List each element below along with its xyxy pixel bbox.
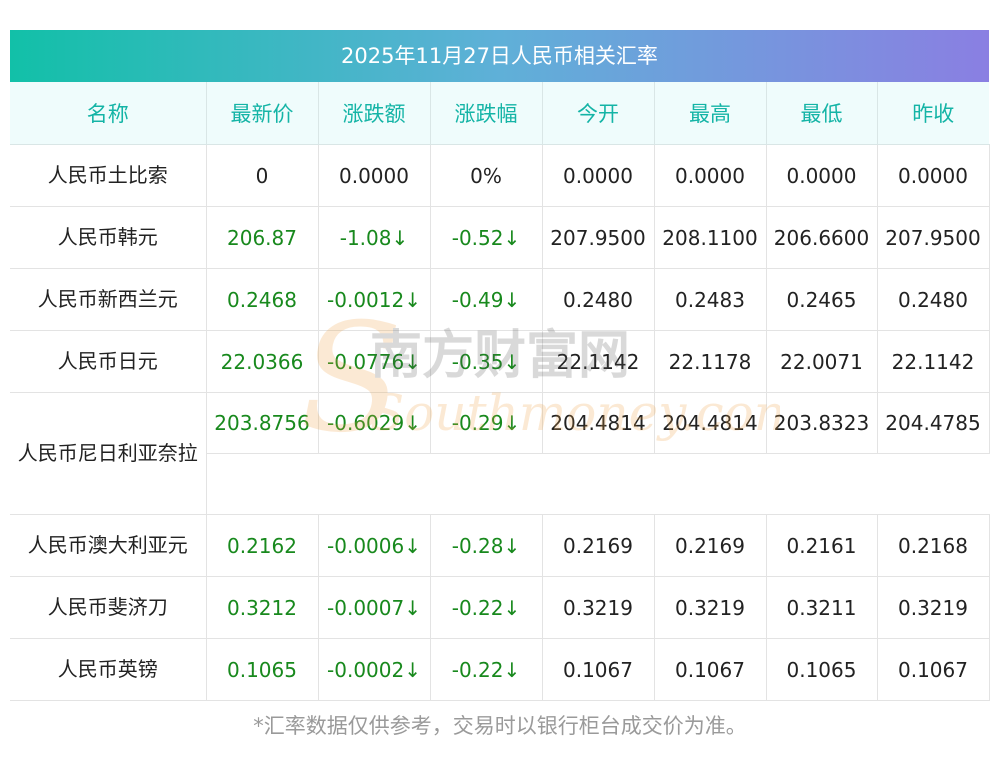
table-title: 2025年11月27日人民币相关汇率: [10, 30, 989, 82]
currency-name: 人民币英镑: [57, 657, 158, 681]
col-header-low: 最低: [766, 82, 878, 145]
table-row: 人民币斐济刀 0.3212 -0.0007↓ -0.22↓ 0.3219 0.3219 0.…: [10, 576, 990, 639]
change-cell: -0.0002↓: [318, 638, 431, 701]
table-row: 人民币土比索 0 0.0000 0% 0.0000 0.0000 0.0000 0.0000: [10, 144, 990, 207]
pct-cell: -0.52↓: [430, 206, 543, 269]
low-cell: 206.6600: [766, 206, 878, 269]
currency-name-cell: 人民币韩元: [10, 206, 207, 269]
high-cell: 208.1100: [654, 206, 767, 269]
change-cell: 0.0000: [318, 144, 431, 207]
rate-table: 名称 最新价 涨跌额 涨跌幅 今开 最高 最低 昨收 人民币土比索 0 0.0000…: [10, 82, 990, 701]
prev-cell: 0.2480: [877, 268, 990, 331]
high-cell: 0.2169: [654, 514, 767, 577]
open-cell: 0.1067: [542, 638, 655, 701]
pct-cell: -0.22↓: [430, 576, 543, 639]
open-cell: 0.2480: [542, 268, 655, 331]
prev-cell: 0.3219: [877, 576, 990, 639]
latest-cell: 206.87: [206, 206, 319, 269]
pct-cell: -0.29↓: [430, 392, 543, 454]
currency-name: 人民币尼日利亚奈拉: [17, 441, 198, 465]
prev-cell: 204.4785: [877, 392, 990, 454]
currency-name: 人民币日元: [57, 349, 158, 373]
prev-cell: 22.1142: [877, 330, 990, 393]
col-header-prev: 昨收: [877, 82, 989, 145]
prev-cell: 0.2168: [877, 514, 990, 577]
low-cell: 0.0000: [766, 144, 878, 207]
change-cell: -1.08↓: [318, 206, 431, 269]
currency-name: 人民币澳大利亚元: [27, 533, 188, 557]
empty-cell: [206, 453, 989, 515]
prev-cell: 0.1067: [877, 638, 990, 701]
latest-cell: 203.8756: [206, 392, 319, 454]
high-cell: 204.4814: [654, 392, 767, 454]
pct-cell: -0.49↓: [430, 268, 543, 331]
low-cell: 0.3211: [766, 576, 878, 639]
high-cell: 22.1178: [654, 330, 767, 393]
col-header-latest: 最新价: [206, 82, 319, 145]
change-cell: -0.0006↓: [318, 514, 431, 577]
table-row: 人民币尼日利亚奈拉 203.8756 -0.6029↓ -0.29↓ 204.4814 2…: [10, 392, 990, 515]
currency-name-cell: 人民币英镑: [10, 638, 207, 701]
table-row: 人民币澳大利亚元 0.2162 -0.0006↓ -0.28↓ 0.2169 0.2169…: [10, 514, 990, 577]
latest-cell: 22.0366: [206, 330, 319, 393]
prev-cell: 207.9500: [877, 206, 990, 269]
currency-name-cell: 人民币斐济刀: [10, 576, 207, 639]
col-header-name: 名称: [10, 82, 207, 145]
currency-name-cell: 人民币尼日利亚奈拉: [10, 392, 207, 515]
pct-cell: 0%: [430, 144, 543, 207]
currency-name: 人民币斐济刀: [47, 595, 168, 619]
rate-table-card: 2025年11月27日人民币相关汇率 名称 最新价 涨跌额 涨跌幅 今开 最高 …: [10, 30, 990, 701]
open-cell: 0.2169: [542, 514, 655, 577]
pct-cell: -0.22↓: [430, 638, 543, 701]
table-row: 人民币韩元 206.87 -1.08↓ -0.52↓ 207.9500 208.1100 2…: [10, 206, 990, 269]
footnote: *汇率数据仅供参考，交易时以银行柜台成交价为准。: [253, 714, 747, 738]
low-cell: 0.2465: [766, 268, 878, 331]
currency-name: 人民币土比索: [47, 163, 168, 187]
latest-cell: 0.2162: [206, 514, 319, 577]
low-cell: 0.2161: [766, 514, 878, 577]
currency-name: 人民币韩元: [57, 225, 158, 249]
col-header-open: 今开: [542, 82, 655, 145]
currency-name-cell: 人民币土比索: [10, 144, 207, 207]
open-cell: 0.0000: [542, 144, 655, 207]
change-cell: -0.0776↓: [318, 330, 431, 393]
latest-cell: 0: [206, 144, 319, 207]
currency-name: 人民币新西兰元: [37, 287, 178, 311]
latest-cell: 0.1065: [206, 638, 319, 701]
low-cell: 203.8323: [766, 392, 878, 454]
change-cell: -0.0012↓: [318, 268, 431, 331]
change-cell: -0.6029↓: [318, 392, 431, 454]
open-cell: 0.3219: [542, 576, 655, 639]
currency-name-cell: 人民币澳大利亚元: [10, 514, 207, 577]
open-cell: 22.1142: [542, 330, 655, 393]
latest-cell: 0.2468: [206, 268, 319, 331]
low-cell: 0.1065: [766, 638, 878, 701]
change-cell: -0.0007↓: [318, 576, 431, 639]
table-row: 人民币日元 22.0366 -0.0776↓ -0.35↓ 22.1142 22.1178…: [10, 330, 990, 393]
currency-name-cell: 人民币新西兰元: [10, 268, 207, 331]
table-header-row: 名称 最新价 涨跌额 涨跌幅 今开 最高 最低 昨收: [10, 82, 989, 145]
currency-name-cell: 人民币日元: [10, 330, 207, 393]
high-cell: 0.3219: [654, 576, 767, 639]
low-cell: 22.0071: [766, 330, 878, 393]
open-cell: 207.9500: [542, 206, 655, 269]
latest-cell: 0.3212: [206, 576, 319, 639]
col-header-high: 最高: [654, 82, 767, 145]
high-cell: 0.1067: [654, 638, 767, 701]
prev-cell: 0.0000: [877, 144, 990, 207]
col-header-change: 涨跌额: [318, 82, 431, 145]
high-cell: 0.0000: [654, 144, 767, 207]
col-header-pct: 涨跌幅: [430, 82, 543, 145]
high-cell: 0.2483: [654, 268, 767, 331]
table-row: 人民币英镑 0.1065 -0.0002↓ -0.22↓ 0.1067 0.1067 0.1…: [10, 638, 990, 701]
table-row: 人民币新西兰元 0.2468 -0.0012↓ -0.49↓ 0.2480 0.2483 0…: [10, 268, 990, 331]
pct-cell: -0.28↓: [430, 514, 543, 577]
open-cell: 204.4814: [542, 392, 655, 454]
pct-cell: -0.35↓: [430, 330, 543, 393]
